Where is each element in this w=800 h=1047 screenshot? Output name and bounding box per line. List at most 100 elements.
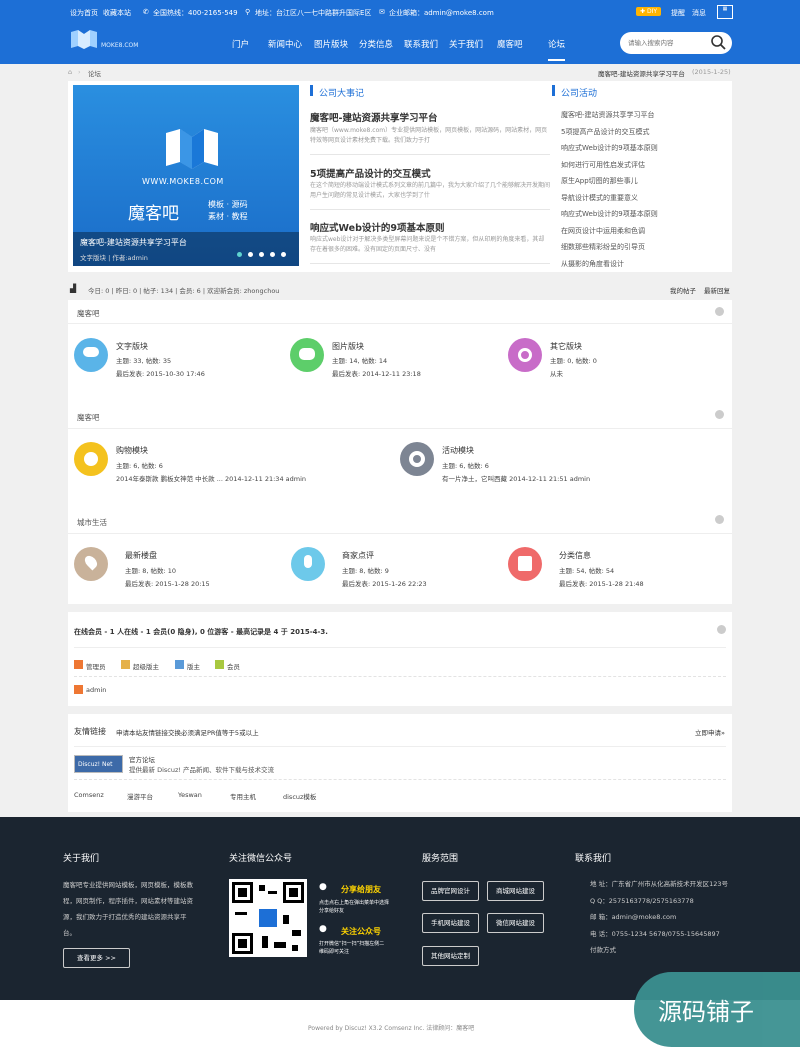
breadcrumb-current[interactable]: 论坛 — [88, 68, 101, 78]
event-title[interactable]: 响应式Web设计的9项基本原则 — [310, 220, 445, 234]
message-link[interactable]: 消息 — [692, 8, 706, 18]
divider — [68, 428, 732, 429]
more-button[interactable]: 查看更多 >> — [63, 948, 130, 968]
qrcode-icon[interactable]: ▦ — [717, 5, 733, 19]
slider-dot[interactable] — [259, 252, 264, 257]
search-icon[interactable] — [710, 34, 726, 52]
slider[interactable]: WWW.MOKE8.COM 魔客吧 模板 · 源码 素材 · 教程 魔客吧-建站… — [73, 85, 299, 266]
watermark-text: 源码铺子 — [658, 998, 754, 1026]
activity-item[interactable]: 从摄影的角度看设计 — [561, 259, 658, 276]
set-home-link[interactable]: 设为首页 — [70, 8, 98, 18]
discuz-logo[interactable]: Discuz! Net — [74, 755, 123, 773]
chat-icon[interactable] — [290, 338, 324, 372]
collapse-icon[interactable] — [717, 625, 726, 634]
activity-item[interactable]: 响应式Web设计的9项基本原则 — [561, 209, 658, 226]
forum-last-post[interactable]: 最后发表: 2015-10-30 17:46 — [116, 368, 205, 378]
online-user[interactable]: admin — [86, 686, 106, 694]
activity-item[interactable]: 5项提高产品设计的交互模式 — [561, 127, 658, 144]
activity-item[interactable]: 原生App切图的那些事儿 — [561, 176, 658, 193]
text-link[interactable]: 专用主机 — [230, 791, 256, 801]
search-input[interactable] — [628, 37, 708, 49]
collapse-icon[interactable] — [715, 307, 724, 316]
nav-item-news[interactable]: 新闻中心 — [268, 38, 302, 50]
microphone-icon[interactable] — [291, 547, 325, 581]
bookmark-link[interactable]: 收藏本站 — [103, 8, 131, 18]
location-pin-icon[interactable] — [74, 547, 108, 581]
forum-name[interactable]: 最新楼盘 — [125, 550, 157, 561]
forum-last-post[interactable]: 有一片净土，它叫西藏 2014-12-11 21:51 admin — [442, 473, 590, 483]
breadcrumb-right-title[interactable]: 魔客吧-建站资源共享学习平台 — [598, 68, 685, 78]
text-link[interactable]: discuz模板 — [283, 791, 316, 801]
service-button[interactable]: 品牌官网设计 — [422, 881, 479, 901]
remind-link[interactable]: 提醒 — [671, 8, 685, 18]
forum-last-post[interactable]: 最后发表: 2015-1-28 20:15 — [125, 578, 210, 588]
forum-name[interactable]: 图片版块 — [332, 341, 364, 352]
share-title: 分享给朋友 — [341, 885, 381, 894]
activity-item[interactable]: 如何进行可用性启发式评估 — [561, 160, 658, 177]
forum-name[interactable]: 购物模块 — [116, 445, 148, 456]
forum-name[interactable]: 商家点评 — [342, 550, 374, 561]
feature-panel: WWW.MOKE8.COM 魔客吧 模板 · 源码 素材 · 教程 魔客吧-建站… — [68, 81, 732, 272]
official-forum-link[interactable]: 官方论坛 — [129, 754, 155, 764]
nav-item-pictures[interactable]: 图片版块 — [314, 38, 348, 50]
activity-item[interactable]: 响应式Web设计的9项基本原则 — [561, 143, 658, 160]
forum-name[interactable]: 文字版块 — [116, 341, 148, 352]
cloud-icon[interactable] — [74, 338, 108, 372]
forum-last-post[interactable]: 2014年泰斯款 鹏板女神范 中长款 ... 2014-12-11 21:34 … — [116, 473, 306, 483]
contact-payment[interactable]: 付款方式 — [590, 942, 750, 959]
divider — [310, 263, 550, 264]
other-icon[interactable] — [508, 338, 542, 372]
activity-item[interactable]: 导航设计模式的重要意义 — [561, 193, 658, 210]
diy-button[interactable]: ✚ DIY — [636, 7, 661, 16]
gear-icon[interactable] — [400, 442, 434, 476]
forum-name[interactable]: 分类信息 — [559, 550, 591, 561]
flower-icon[interactable] — [74, 442, 108, 476]
forum-name[interactable]: 活动模块 — [442, 445, 474, 456]
event-title[interactable]: 魔客吧-建站资源共享学习平台 — [310, 110, 437, 124]
collapse-icon[interactable] — [715, 410, 724, 419]
slider-dot[interactable] — [281, 252, 286, 257]
slider-dot[interactable] — [237, 252, 242, 257]
text-link[interactable]: Comsenz — [74, 791, 104, 799]
activity-item[interactable]: 在网页设计中运用柔和色调 — [561, 226, 658, 243]
calendar-icon[interactable] — [508, 547, 542, 581]
phone-icon: ✆ — [143, 8, 149, 16]
nav-item-moke8[interactable]: 魔客吧 — [497, 38, 523, 50]
latest-reply-link[interactable]: 最新回复 — [704, 285, 730, 295]
forum-last-post[interactable]: 最后发表: 2015-1-28 21:48 — [559, 578, 644, 588]
service-button[interactable]: 微信网站建设 — [487, 913, 544, 933]
nav-item-about[interactable]: 关于我们 — [449, 38, 483, 50]
service-button[interactable]: 商城网站建设 — [487, 881, 544, 901]
slider-dot[interactable] — [248, 252, 253, 257]
service-button[interactable]: 其他网站定制 — [422, 946, 479, 966]
logo-icon[interactable] — [69, 28, 99, 50]
nav-item-portal[interactable]: 门户 — [232, 38, 249, 50]
activity-item[interactable]: 细数那些精彩纷呈的引导页 — [561, 242, 658, 259]
forum-last-post[interactable]: 最后发表: 2015-1-26 22:23 — [342, 578, 427, 588]
slider-dot[interactable] — [270, 252, 275, 257]
home-icon[interactable]: ⌂ — [68, 68, 72, 76]
footer-about-title: 关于我们 — [63, 854, 100, 864]
nav-item-contact[interactable]: 联系我们 — [404, 38, 438, 50]
forum-last-post: 从未 — [550, 370, 563, 378]
slider-caption[interactable]: 魔客吧-建站资源共享学习平台 — [80, 237, 187, 248]
activity-item[interactable]: 魔客吧-建站资源共享学习平台 — [561, 110, 658, 127]
collapse-icon[interactable] — [715, 515, 724, 524]
my-posts-link[interactable]: 我的帖子 — [670, 285, 696, 295]
wechat-follow-icon: ● — [319, 924, 327, 934]
forum-name[interactable]: 其它版块 — [550, 341, 582, 352]
event-title[interactable]: 5项提高产品设计的交互模式 — [310, 166, 431, 180]
text-link[interactable]: Yeswan — [178, 791, 202, 799]
text-link[interactable]: 漫游平台 — [127, 791, 153, 801]
nav-item-classifieds[interactable]: 分类信息 — [359, 38, 393, 50]
forum-last-post[interactable]: 最后发表: 2014-12-11 23:18 — [332, 368, 421, 378]
slider-site: WWW.MOKE8.COM — [142, 177, 224, 186]
service-button[interactable]: 手机网站建设 — [422, 913, 479, 933]
official-forum-desc: 提供最新 Discuz! 产品新闻、软件下载与技术交流 — [129, 766, 275, 774]
apply-link[interactable]: 立即申请» — [695, 727, 725, 737]
super-mod-user-icon — [121, 660, 130, 669]
admin-user-icon — [74, 685, 83, 694]
powered-by: Powered by Discuz! X3.2 Comsenz Inc. 法律顾… — [308, 1025, 475, 1032]
nav-item-forum[interactable]: 论坛 — [548, 38, 566, 61]
wechat-icon: ● — [319, 882, 327, 892]
